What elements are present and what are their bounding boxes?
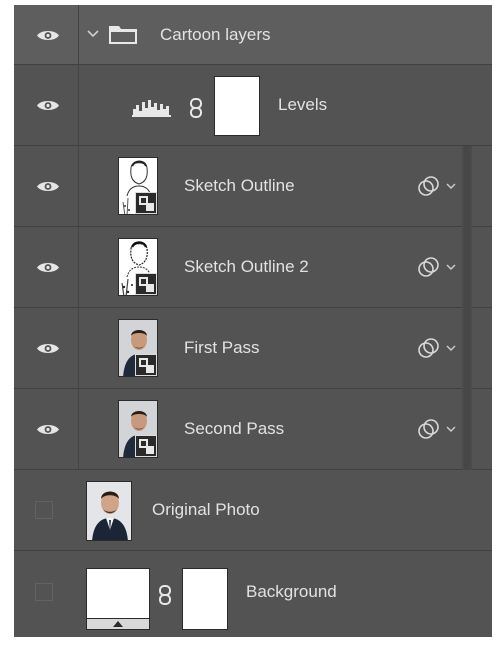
blend-mode-icon[interactable] xyxy=(416,418,444,440)
smart-object-icon xyxy=(135,354,157,376)
eye-icon xyxy=(37,101,59,110)
layer-mask-thumbnail[interactable] xyxy=(182,568,228,630)
visibility-toggle[interactable] xyxy=(14,551,79,632)
chevron-down-icon[interactable] xyxy=(446,343,456,353)
layer-thumbnail[interactable] xyxy=(86,481,132,541)
triangle-up-icon xyxy=(113,621,123,627)
layer-row-original-photo[interactable]: Original Photo xyxy=(14,470,492,551)
smart-object-icon xyxy=(135,435,157,457)
layer-thumbnail[interactable] xyxy=(118,238,158,296)
visibility-toggle[interactable] xyxy=(14,5,79,64)
layer-mask-thumbnail[interactable] xyxy=(214,76,260,136)
visibility-toggle[interactable] xyxy=(14,146,79,226)
layer-name: Levels xyxy=(278,95,328,114)
smart-object-icon xyxy=(135,273,157,295)
thumbnail-footer xyxy=(87,618,149,629)
layer-name: Sketch Outline 2 xyxy=(184,257,309,276)
eye-icon xyxy=(37,263,59,272)
hidden-visibility-box xyxy=(35,582,53,601)
smart-object-icon xyxy=(135,192,157,214)
visibility-toggle[interactable] xyxy=(14,470,79,550)
layer-thumbnail[interactable] xyxy=(118,400,158,458)
eye-icon xyxy=(37,182,59,191)
blend-mode-icon[interactable] xyxy=(416,337,444,359)
chain-link-icon[interactable] xyxy=(158,585,172,605)
chevron-down-icon[interactable] xyxy=(446,424,456,434)
layer-name: Background xyxy=(246,581,337,601)
visibility-toggle[interactable] xyxy=(14,227,79,307)
portrait-image xyxy=(87,482,131,540)
scrollbar-thumb[interactable] xyxy=(464,146,470,470)
layer-row-second-pass[interactable]: Second Pass xyxy=(14,389,492,470)
chevron-down-icon[interactable] xyxy=(446,262,456,272)
visibility-toggle[interactable] xyxy=(14,308,79,388)
chevron-down-icon[interactable] xyxy=(446,181,456,191)
eye-icon xyxy=(37,344,59,353)
chain-link-icon[interactable] xyxy=(189,98,203,118)
layer-thumbnail[interactable] xyxy=(86,568,150,630)
visibility-toggle[interactable] xyxy=(14,389,79,469)
visibility-toggle[interactable] xyxy=(14,65,79,145)
folder-icon xyxy=(109,26,137,44)
layer-name: Sketch Outline xyxy=(184,176,295,195)
eye-icon xyxy=(37,30,59,40)
histogram-icon xyxy=(132,100,171,117)
blend-mode-icon[interactable] xyxy=(416,175,444,197)
layer-thumbnail[interactable] xyxy=(118,319,158,377)
layer-row-background[interactable]: Background xyxy=(14,551,492,632)
layer-name: First Pass xyxy=(184,338,260,357)
layer-row-levels[interactable]: Levels xyxy=(14,65,492,146)
blend-mode-icon[interactable] xyxy=(416,256,444,278)
hidden-visibility-box xyxy=(35,501,53,519)
scrollbar[interactable] xyxy=(462,146,472,470)
layers-panel: Cartoon layers Levels Sketch Outline Ske… xyxy=(14,5,492,637)
chevron-down-icon[interactable] xyxy=(86,29,100,39)
layer-row-sketch-outline[interactable]: Sketch Outline xyxy=(14,146,492,227)
layer-row-sketch-outline-2[interactable]: Sketch Outline 2 xyxy=(14,227,492,308)
layer-thumbnail[interactable] xyxy=(118,157,158,215)
eye-icon xyxy=(37,425,59,434)
layer-row-cartoon-layers[interactable]: Cartoon layers xyxy=(14,5,492,65)
layer-name: Cartoon layers xyxy=(160,24,271,44)
layer-name: Second Pass xyxy=(184,419,285,438)
layer-name: Original Photo xyxy=(152,500,260,519)
layer-row-first-pass[interactable]: First Pass xyxy=(14,308,492,389)
